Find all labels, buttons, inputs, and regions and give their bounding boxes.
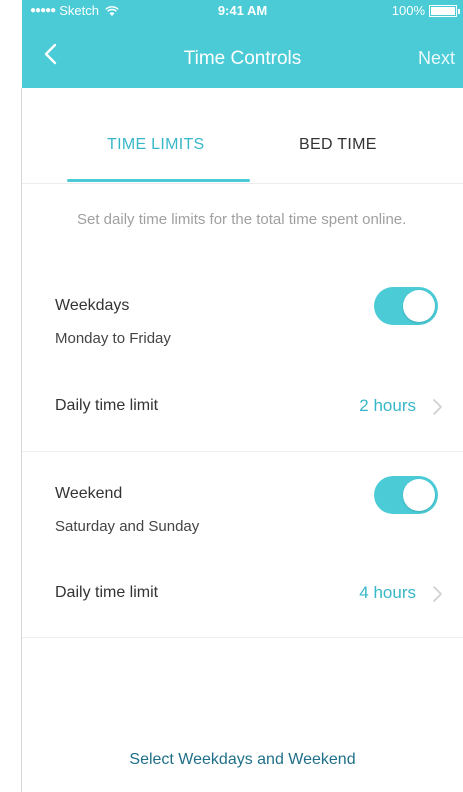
app-header: ●●●●● Sketch 9:41 AM 100% Time Controls …: [22, 0, 463, 88]
weekdays-limit-label: Daily time limit: [55, 397, 159, 414]
tab-bed-time[interactable]: BED TIME: [299, 136, 377, 154]
weekend-label: Weekend: [55, 485, 123, 502]
weekdays-limit-value: 2 hours: [359, 396, 416, 415]
weekdays-limit-row[interactable]: Daily time limit 2 hours: [22, 387, 463, 427]
toggle-knob: [403, 479, 435, 511]
status-bar: ●●●●● Sketch 9:41 AM 100%: [22, 0, 463, 22]
description-text: Set daily time limits for the total time…: [77, 211, 407, 228]
left-gutter: [0, 0, 22, 792]
weekdays-sub: Monday to Friday: [55, 330, 171, 347]
nav-bar: Time Controls Next: [22, 22, 463, 88]
battery-fill: [431, 6, 455, 15]
active-tab-indicator: [67, 179, 250, 182]
weekdays-toggle[interactable]: [374, 287, 438, 325]
chevron-right-icon: [433, 399, 442, 415]
battery-icon: [429, 4, 460, 17]
phone-screen: ●●●●● Sketch 9:41 AM 100% Time Controls …: [22, 0, 463, 792]
weekend-limit-row[interactable]: Daily time limit 4 hours: [22, 574, 463, 614]
select-weekdays-weekend-link[interactable]: Select Weekdays and Weekend: [22, 751, 463, 769]
weekend-limit-label: Daily time limit: [55, 584, 159, 601]
next-button[interactable]: Next: [418, 48, 455, 69]
status-right: 100%: [391, 3, 460, 18]
weekend-sub: Saturday and Sunday: [55, 518, 200, 535]
weekdays-label: Weekdays: [55, 297, 130, 314]
battery-tip: [458, 8, 460, 14]
toggle-knob: [403, 290, 435, 322]
weekend-toggle[interactable]: [374, 476, 438, 514]
weekend-limit-value: 4 hours: [359, 583, 416, 602]
tab-bar: TIME LIMITS BED TIME: [22, 88, 463, 184]
chevron-right-icon: [433, 586, 442, 602]
section-divider: [22, 451, 463, 452]
tab-time-limits[interactable]: TIME LIMITS: [107, 136, 205, 154]
section-divider: [22, 637, 463, 638]
battery-percent: 100%: [391, 3, 425, 18]
page-title: Time Controls: [183, 48, 302, 69]
